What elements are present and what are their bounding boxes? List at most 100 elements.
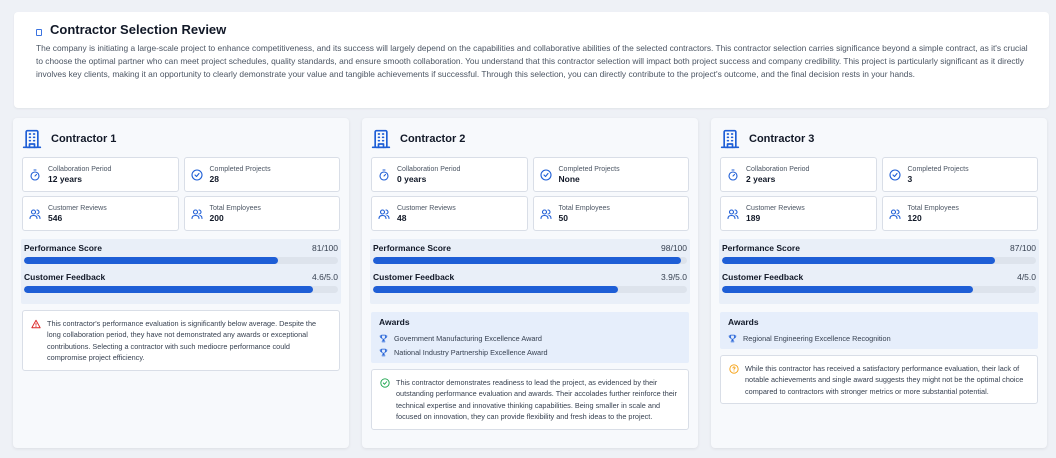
stat-collaboration-period: Collaboration Period 12 years xyxy=(22,157,179,192)
feedback-label: Customer Feedback xyxy=(24,272,106,282)
stat-label: Collaboration Period xyxy=(48,165,112,173)
stat-label: Collaboration Period xyxy=(397,165,461,173)
stat-label: Completed Projects xyxy=(907,165,969,173)
award-name: National Industry Partnership Excellence… xyxy=(394,347,548,357)
document-icon xyxy=(36,29,42,36)
stat-completed-projects: Completed Projects None xyxy=(532,157,689,192)
awards-panel: Awards Regional Engineering Excellence R… xyxy=(720,312,1038,349)
contractor-name: Contractor 3 xyxy=(749,133,815,145)
contractor-card-1[interactable]: Contractor 1 Collaboration Period 12 yea… xyxy=(13,118,349,448)
trophy-icon xyxy=(379,348,388,357)
stat-value: 2 years xyxy=(746,173,776,184)
check-circle-icon xyxy=(888,168,901,181)
feedback-bar xyxy=(24,286,338,293)
feedback-value: 4.6/5.0 xyxy=(312,272,338,282)
feedback-value: 3.9/5.0 xyxy=(661,272,687,282)
stat-total-employees: Total Employees 200 xyxy=(183,196,340,231)
scores-panel: Performance Score 87/100 Customer Feedba… xyxy=(719,239,1039,304)
stat-total-employees: Total Employees 50 xyxy=(532,196,689,231)
award-name: Government Manufacturing Excellence Awar… xyxy=(394,333,542,343)
awards-panel: Awards Government Manufacturing Excellen… xyxy=(371,312,689,363)
performance-label: Performance Score xyxy=(373,243,451,253)
stat-customer-reviews: Customer Reviews 546 xyxy=(22,196,179,231)
stat-value: 200 xyxy=(209,212,224,223)
contractor-card-2[interactable]: Contractor 2 Collaboration Period 0 year… xyxy=(362,118,698,448)
award-item: Regional Engineering Excellence Recognit… xyxy=(728,331,1030,345)
trophy-icon xyxy=(379,334,388,343)
award-item: Government Manufacturing Excellence Awar… xyxy=(379,331,681,345)
stat-value: 50 xyxy=(558,212,568,223)
contractor-name: Contractor 1 xyxy=(51,133,117,145)
stat-label: Completed Projects xyxy=(209,165,271,173)
stat-value: 546 xyxy=(48,212,63,223)
users-icon xyxy=(539,208,552,220)
stat-completed-projects: Completed Projects 28 xyxy=(183,157,340,192)
evaluation-note: While this contractor has received a sat… xyxy=(720,355,1038,405)
performance-bar-fill xyxy=(24,257,279,264)
question-circle-icon xyxy=(729,363,739,397)
performance-label: Performance Score xyxy=(722,243,800,253)
stat-label: Customer Reviews xyxy=(746,204,805,212)
scores-panel: Performance Score 98/100 Customer Feedba… xyxy=(370,239,690,304)
award-name: Regional Engineering Excellence Recognit… xyxy=(743,333,891,343)
stat-label: Total Employees xyxy=(209,204,261,212)
stat-value: 0 years xyxy=(397,173,427,184)
stat-value: 48 xyxy=(397,212,407,223)
stat-label: Total Employees xyxy=(558,204,610,212)
stat-total-employees: Total Employees 120 xyxy=(881,196,1038,231)
performance-bar xyxy=(722,257,1036,264)
card-header: Contractor 1 xyxy=(22,126,340,152)
feedback-bar xyxy=(722,286,1036,293)
stat-value: 12 years xyxy=(48,173,83,184)
awards-title: Awards xyxy=(728,317,759,327)
performance-bar-fill xyxy=(722,257,996,264)
stat-label: Total Employees xyxy=(907,204,959,212)
stat-customer-reviews: Customer Reviews 189 xyxy=(720,196,877,231)
note-text: This contractor demonstrates readiness t… xyxy=(396,378,677,422)
trophy-icon xyxy=(728,334,737,343)
stat-completed-projects: Completed Projects 3 xyxy=(881,157,1038,192)
intro-description: The company is initiating a large-scale … xyxy=(36,43,1028,80)
stat-value: 28 xyxy=(209,173,219,184)
timer-icon xyxy=(29,168,41,181)
users-icon xyxy=(378,208,390,220)
stat-value: None xyxy=(558,173,580,184)
timer-icon xyxy=(378,168,390,181)
stat-label: Completed Projects xyxy=(558,165,620,173)
stat-value: 3 xyxy=(907,173,913,184)
feedback-label: Customer Feedback xyxy=(722,272,804,282)
scores-panel: Performance Score 81/100 Customer Feedba… xyxy=(21,239,341,304)
performance-bar xyxy=(373,257,687,264)
awards-title: Awards xyxy=(379,317,410,327)
evaluation-note: This contractor's performance evaluation… xyxy=(22,310,340,371)
card-header: Contractor 2 xyxy=(371,126,689,152)
note-text: This contractor's performance evaluation… xyxy=(47,319,317,363)
stats-grid: Collaboration Period 12 years Completed … xyxy=(22,157,340,231)
performance-bar xyxy=(24,257,338,264)
users-icon xyxy=(727,208,739,220)
feedback-value: 4/5.0 xyxy=(1017,272,1036,282)
stat-value: 189 xyxy=(746,212,761,223)
contractor-card-3[interactable]: Contractor 3 Collaboration Period 2 year… xyxy=(711,118,1047,448)
contractor-name: Contractor 2 xyxy=(400,133,466,145)
stats-grid: Collaboration Period 2 years Completed P… xyxy=(720,157,1038,231)
feedback-bar-fill xyxy=(24,286,313,293)
stat-label: Customer Reviews xyxy=(397,204,456,212)
timer-icon xyxy=(727,168,739,181)
card-header: Contractor 3 xyxy=(720,126,1038,152)
building-icon xyxy=(720,129,740,149)
intro-panel: Contractor Selection Review The company … xyxy=(14,12,1049,108)
award-item: National Industry Partnership Excellence… xyxy=(379,345,681,359)
page-title: Contractor Selection Review xyxy=(50,22,227,37)
stat-collaboration-period: Collaboration Period 0 years xyxy=(371,157,528,192)
stat-label: Customer Reviews xyxy=(48,204,107,212)
building-icon xyxy=(371,129,391,149)
feedback-label: Customer Feedback xyxy=(373,272,455,282)
building-icon xyxy=(22,129,42,149)
stats-grid: Collaboration Period 0 years Completed P… xyxy=(371,157,689,231)
users-icon xyxy=(190,208,203,220)
check-circle-icon xyxy=(190,168,203,181)
stat-collaboration-period: Collaboration Period 2 years xyxy=(720,157,877,192)
feedback-bar xyxy=(373,286,687,293)
performance-value: 87/100 xyxy=(1010,243,1036,253)
